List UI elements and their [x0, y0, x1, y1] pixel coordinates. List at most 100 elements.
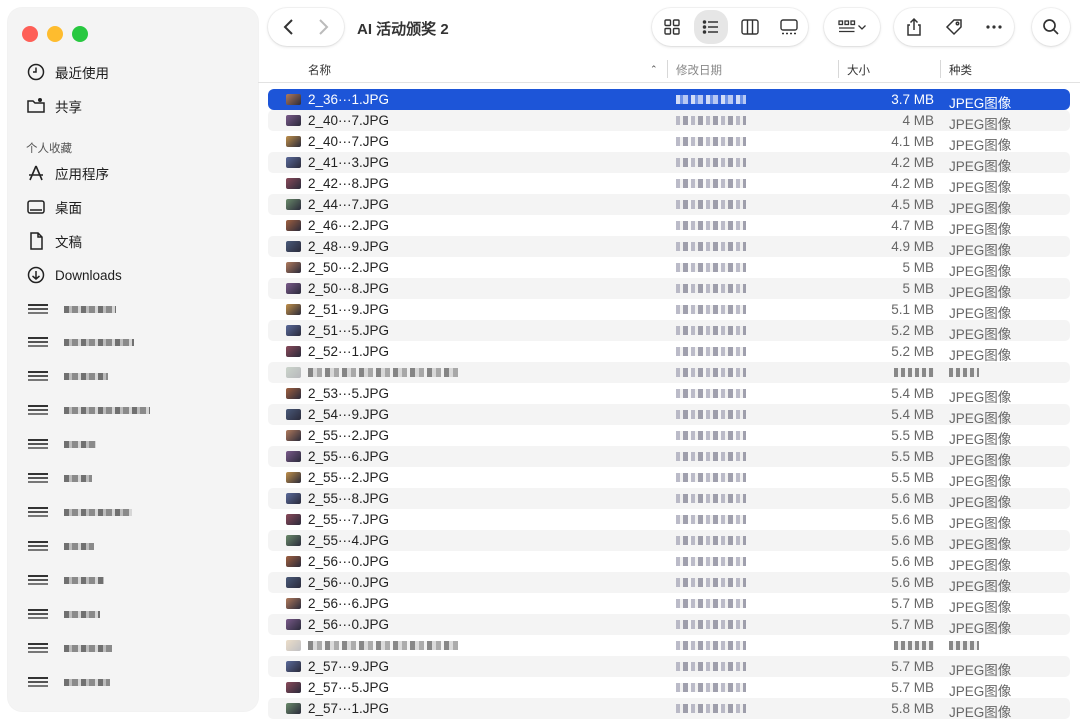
- file-modified-date: [676, 704, 746, 713]
- icon-view-button[interactable]: [655, 10, 689, 44]
- table-row[interactable]: 2_55···2.JPG 5.5 MB JPEG图像: [268, 425, 1070, 447]
- more-button[interactable]: [977, 10, 1011, 44]
- table-row[interactable]: 2_56···0.JPG 5.7 MB JPEG图像: [268, 614, 1070, 636]
- file-size: 4.2 MB: [891, 155, 934, 170]
- table-row[interactable]: 2_57···5.JPG 5.7 MB JPEG图像: [268, 677, 1070, 699]
- table-row[interactable]: 2_40···7.JPG 4 MB JPEG图像: [268, 110, 1070, 132]
- table-row[interactable]: 2_54···9.JPG 5.4 MB JPEG图像: [268, 404, 1070, 426]
- file-name: 2_42···8.JPG: [308, 176, 390, 191]
- table-row[interactable]: 2_51···9.JPG 5.1 MB JPEG图像: [268, 299, 1070, 321]
- actions-group: [894, 8, 1014, 46]
- sidebar-item-obscured[interactable]: [28, 370, 108, 382]
- share-button[interactable]: [897, 10, 931, 44]
- table-row[interactable]: 2_52···1.JPG 5.2 MB JPEG图像: [268, 341, 1070, 363]
- sidebar-item-applications[interactable]: 应用程序: [26, 161, 109, 185]
- image-thumbnail-icon: [286, 514, 301, 525]
- column-divider[interactable]: [940, 60, 941, 78]
- sidebar-item-recents[interactable]: 最近使用: [26, 60, 109, 84]
- sidebar-item-obscured[interactable]: [28, 303, 116, 315]
- image-thumbnail-icon: [286, 115, 301, 126]
- image-thumbnail-icon: [286, 577, 301, 588]
- sidebar-item-shared[interactable]: 共享: [26, 94, 82, 118]
- back-button[interactable]: [272, 10, 306, 44]
- table-row[interactable]: 2_55···2.JPG 5.5 MB JPEG图像: [268, 467, 1070, 489]
- sidebar-item-label: 桌面: [55, 201, 82, 216]
- table-row[interactable]: 2_53···5.JPG 5.4 MB JPEG图像: [268, 383, 1070, 405]
- minimize-window-button[interactable]: [47, 26, 63, 42]
- column-divider[interactable]: [838, 60, 839, 78]
- table-row[interactable]: 2_41···3.JPG 4.2 MB JPEG图像: [268, 152, 1070, 174]
- table-row[interactable]: 2_55···4.JPG 5.6 MB JPEG图像: [268, 530, 1070, 552]
- table-row[interactable]: [268, 635, 1070, 656]
- image-thumbnail-icon: [286, 472, 301, 483]
- table-row[interactable]: 2_57···1.JPG 5.8 MB JPEG图像: [268, 698, 1070, 720]
- sidebar-item-obscured[interactable]: [28, 642, 112, 654]
- close-window-button[interactable]: [22, 26, 38, 42]
- image-thumbnail-icon: [286, 262, 301, 273]
- sidebar-item-obscured[interactable]: [28, 336, 134, 348]
- sidebar-item-obscured[interactable]: [28, 506, 132, 518]
- table-row[interactable]: 2_57···9.JPG 5.7 MB JPEG图像: [268, 656, 1070, 678]
- file-name: 2_52···1.JPG: [308, 344, 390, 359]
- column-view-button[interactable]: [733, 10, 767, 44]
- sidebar-item-downloads[interactable]: Downloads: [26, 263, 122, 287]
- table-row[interactable]: 2_42···8.JPG 4.2 MB JPEG图像: [268, 173, 1070, 195]
- tag-button[interactable]: [937, 10, 971, 44]
- table-row[interactable]: 2_50···8.JPG 5 MB JPEG图像: [268, 278, 1070, 300]
- sidebar-item-obscured[interactable]: [28, 540, 94, 552]
- table-row[interactable]: 2_46···2.JPG 4.7 MB JPEG图像: [268, 215, 1070, 237]
- file-name: 2_56···0.JPG: [308, 575, 390, 590]
- column-kind[interactable]: 种类: [949, 62, 972, 78]
- table-row[interactable]: 2_55···8.JPG 5.6 MB JPEG图像: [268, 488, 1070, 510]
- table-row[interactable]: 2_50···2.JPG 5 MB JPEG图像: [268, 257, 1070, 279]
- navigation-group: [268, 8, 344, 46]
- file-modified-date: [676, 284, 746, 293]
- sidebar-item-obscured[interactable]: [28, 574, 104, 586]
- table-row[interactable]: 2_51···5.JPG 5.2 MB JPEG图像: [268, 320, 1070, 342]
- table-row[interactable]: 2_44···7.JPG 4.5 MB JPEG图像: [268, 194, 1070, 216]
- table-row[interactable]: 2_55···7.JPG 5.6 MB JPEG图像: [268, 509, 1070, 531]
- file-kind: JPEG图像: [949, 285, 1012, 300]
- image-thumbnail-icon: [286, 283, 301, 294]
- table-row[interactable]: 2_40···7.JPG 4.1 MB JPEG图像: [268, 131, 1070, 153]
- file-name: [308, 641, 458, 650]
- file-size: 5.6 MB: [891, 554, 934, 569]
- sidebar-item-documents[interactable]: 文稿: [26, 229, 82, 253]
- file-size: 5.8 MB: [891, 701, 934, 716]
- image-thumbnail-icon: [286, 220, 301, 231]
- file-size: 5.7 MB: [891, 680, 934, 695]
- sidebar-item-obscured[interactable]: [28, 404, 150, 416]
- column-modified[interactable]: 修改日期: [676, 62, 722, 78]
- gallery-view-button[interactable]: [772, 10, 806, 44]
- table-row-selected[interactable]: 2_36···1.JPG 3.7 MB JPEG图像: [268, 89, 1070, 111]
- chevron-left-icon: [283, 19, 293, 35]
- table-row[interactable]: 2_56···6.JPG 5.7 MB JPEG图像: [268, 593, 1070, 615]
- file-modified-date: [676, 116, 746, 125]
- file-kind: [949, 641, 979, 650]
- sidebar: 最近使用 共享 个人收藏 应用程序 桌面 文稿 Downloads: [8, 8, 258, 711]
- sidebar-item-obscured[interactable]: [28, 472, 92, 484]
- sidebar-item-desktop[interactable]: 桌面: [26, 195, 82, 219]
- column-name[interactable]: 名称: [308, 62, 331, 78]
- sidebar-item-obscured[interactable]: [28, 608, 100, 620]
- table-row[interactable]: 2_56···0.JPG 5.6 MB JPEG图像: [268, 551, 1070, 573]
- table-row[interactable]: [268, 362, 1070, 383]
- table-row[interactable]: 2_55···6.JPG 5.5 MB JPEG图像: [268, 446, 1070, 468]
- sidebar-item-obscured[interactable]: [28, 438, 96, 450]
- file-kind: JPEG图像: [949, 558, 1012, 573]
- table-row[interactable]: 2_48···9.JPG 4.9 MB JPEG图像: [268, 236, 1070, 258]
- table-row[interactable]: 2_56···0.JPG 5.6 MB JPEG图像: [268, 572, 1070, 594]
- image-thumbnail-icon: [286, 136, 301, 147]
- file-name: 2_57···1.JPG: [308, 701, 390, 716]
- file-name: 2_53···5.JPG: [308, 386, 390, 401]
- search-button[interactable]: [1032, 8, 1070, 46]
- zoom-window-button[interactable]: [72, 26, 88, 42]
- file-size: 5.5 MB: [891, 428, 934, 443]
- group-by-button[interactable]: [824, 8, 880, 46]
- sidebar-item-obscured[interactable]: [28, 676, 110, 688]
- forward-button[interactable]: [306, 10, 340, 44]
- list-view-button[interactable]: [693, 10, 728, 44]
- column-size[interactable]: 大小: [847, 62, 870, 78]
- column-divider[interactable]: [667, 60, 668, 78]
- image-thumbnail-icon: [286, 493, 301, 504]
